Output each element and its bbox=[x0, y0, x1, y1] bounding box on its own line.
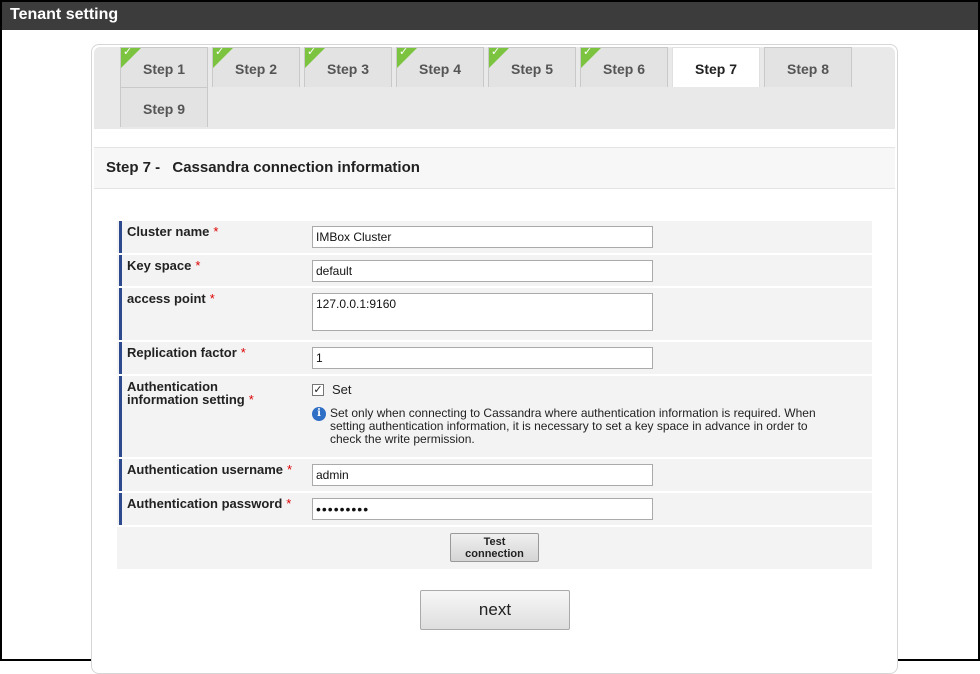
required-mark: * bbox=[209, 291, 215, 306]
checkmark-icon: ✓ bbox=[307, 46, 317, 58]
replication-factor-row: Replication factor * bbox=[117, 342, 872, 374]
info-icon: i bbox=[312, 407, 326, 421]
replication-factor-label: Replication factor * bbox=[119, 342, 303, 374]
tab-label: Step 9 bbox=[142, 101, 185, 117]
key-space-input[interactable] bbox=[312, 260, 653, 282]
auth-setting-checkbox-label[interactable]: Set bbox=[332, 382, 352, 397]
required-mark: * bbox=[287, 462, 293, 477]
section-step: Step 7 - bbox=[106, 159, 161, 176]
auth-password-label: Authentication password * bbox=[119, 493, 303, 525]
tab-label: Step 3 bbox=[326, 61, 369, 77]
wizard-panel: ✓ Step 1 ✓ Step 2 ✓ Step 3 ✓ Step 4 ✓ St… bbox=[91, 44, 898, 674]
cluster-name-row: Cluster name * bbox=[117, 221, 872, 253]
tab-label: Step 4 bbox=[418, 61, 461, 77]
required-mark: * bbox=[248, 392, 254, 407]
step-tabs: ✓ Step 1 ✓ Step 2 ✓ Step 3 ✓ Step 4 ✓ St… bbox=[94, 46, 895, 129]
required-mark: * bbox=[240, 345, 246, 360]
access-point-textarea[interactable]: 127.0.0.1:9160 bbox=[312, 293, 653, 331]
window-title: Tenant setting bbox=[2, 2, 978, 30]
tab-step-4[interactable]: ✓ Step 4 bbox=[396, 46, 484, 87]
auth-password-input[interactable] bbox=[312, 498, 653, 520]
tab-step-8[interactable]: Step 8 bbox=[764, 47, 852, 87]
required-mark: * bbox=[213, 224, 219, 239]
auth-setting-row: Authentication information setting * ✓ Set… bbox=[117, 376, 872, 457]
test-connection-row: Test connection bbox=[117, 527, 872, 569]
required-mark: * bbox=[195, 258, 201, 273]
next-button[interactable]: next bbox=[420, 590, 570, 630]
auth-username-input[interactable] bbox=[312, 464, 653, 486]
required-mark: * bbox=[286, 496, 292, 511]
section-header: Step 7 - Cassandra connection informatio… bbox=[94, 147, 895, 189]
tab-step-9[interactable]: Step 9 bbox=[120, 87, 208, 127]
auth-username-label: Authentication username * bbox=[119, 459, 303, 491]
tenant-setting-window: Tenant setting ✓ Step 1 ✓ Step 2 ✓ Step … bbox=[0, 0, 980, 674]
auth-setting-checkbox[interactable]: ✓ bbox=[312, 383, 324, 396]
checkmark-icon: ✓ bbox=[583, 46, 593, 58]
cluster-name-input[interactable] bbox=[312, 226, 653, 248]
tab-step-7[interactable]: Step 7 bbox=[672, 47, 760, 87]
auth-setting-label: Authentication information setting * bbox=[119, 376, 303, 457]
tab-label: Step 5 bbox=[510, 61, 553, 77]
tab-label: Step 7 bbox=[694, 61, 737, 77]
checkmark-icon: ✓ bbox=[215, 46, 225, 58]
tab-step-2[interactable]: ✓ Step 2 bbox=[212, 46, 300, 87]
auth-info-text: Set only when connecting to Cassandra wh… bbox=[330, 406, 816, 446]
auth-password-row: Authentication password * bbox=[117, 493, 872, 525]
key-space-label: Key space * bbox=[119, 255, 303, 286]
tab-label: Step 8 bbox=[786, 61, 829, 77]
test-connection-button[interactable]: Test connection bbox=[450, 533, 539, 562]
tab-step-5[interactable]: ✓ Step 5 bbox=[488, 46, 576, 87]
auth-username-row: Authentication username * bbox=[117, 459, 872, 491]
replication-factor-input[interactable] bbox=[312, 347, 653, 369]
tab-step-1[interactable]: ✓ Step 1 bbox=[120, 46, 208, 87]
key-space-row: Key space * bbox=[117, 255, 872, 286]
access-point-label: access point * bbox=[119, 288, 303, 340]
tab-label: Step 2 bbox=[234, 61, 277, 77]
tab-step-3[interactable]: ✓ Step 3 bbox=[304, 46, 392, 87]
access-point-row: access point * 127.0.0.1:9160 bbox=[117, 288, 872, 340]
tab-label: Step 6 bbox=[602, 61, 645, 77]
tab-step-6[interactable]: ✓ Step 6 bbox=[580, 46, 668, 87]
checkmark-icon: ✓ bbox=[399, 46, 409, 58]
checkmark-icon: ✓ bbox=[491, 46, 501, 58]
tab-label: Step 1 bbox=[142, 61, 185, 77]
section-title: Cassandra connection information bbox=[172, 159, 420, 176]
cluster-name-label: Cluster name * bbox=[119, 221, 303, 253]
checkmark-icon: ✓ bbox=[123, 46, 133, 58]
